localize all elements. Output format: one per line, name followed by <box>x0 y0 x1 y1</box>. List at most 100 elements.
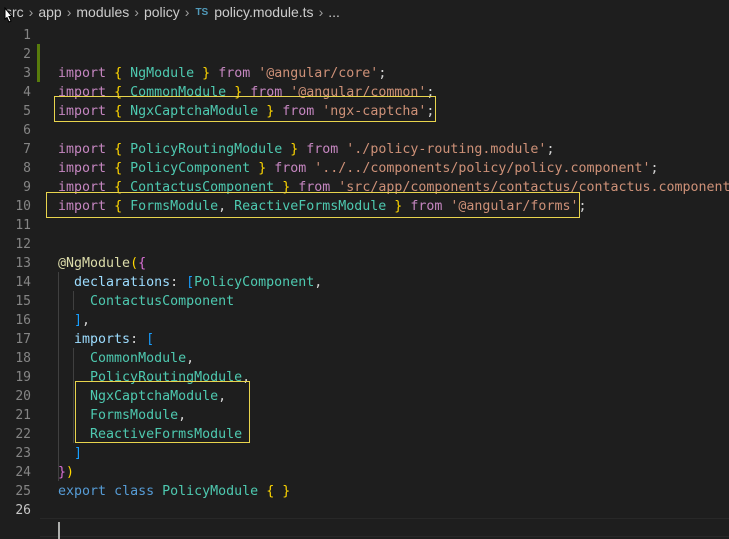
code-line[interactable]: 6 <box>0 121 729 140</box>
code-line[interactable]: 7 import { PolicyRoutingModule } from './… <box>0 140 729 159</box>
highlight-box-imports-list <box>75 381 250 443</box>
code-line[interactable]: 14 declarations: [PolicyComponent, <box>0 273 729 292</box>
highlight-box-ngx-import <box>54 96 436 122</box>
code-token: { <box>138 256 147 271</box>
code-text: import { NgModule } from '@angular/core'… <box>58 64 386 83</box>
line-number: 14 <box>15 275 31 290</box>
code-token: PolicyRoutingModule <box>130 142 283 157</box>
code-token: [ <box>186 275 195 290</box>
code-token: ] <box>74 313 83 328</box>
code-text: imports: [ <box>58 330 154 349</box>
breadcrumb-item-file[interactable]: policy.module.ts <box>213 4 314 20</box>
line-number: 24 <box>15 465 31 480</box>
code-token: PolicyComponent <box>194 275 315 290</box>
code-token: } <box>202 66 211 81</box>
code-token: PolicyComponent <box>130 161 251 176</box>
code-token: @ <box>58 256 67 271</box>
code-token: ) <box>66 465 75 480</box>
mouse-pointer-icon <box>4 7 14 23</box>
chevron-right-icon: › <box>28 4 34 20</box>
breadcrumb-item-modules[interactable]: modules <box>75 4 130 20</box>
breadcrumb-item-app[interactable]: app <box>37 4 62 20</box>
code-line[interactable]: 25 export class PolicyModule { } <box>0 482 729 501</box>
code-line[interactable]: 3 import { NgModule } from '@angular/core… <box>0 64 729 83</box>
line-number: 1 <box>23 28 31 43</box>
line-number: 26 <box>15 503 31 518</box>
code-token: ( <box>130 256 139 271</box>
line-number: 5 <box>23 104 31 119</box>
line-number: 11 <box>15 218 31 233</box>
line-number: 22 <box>15 427 31 442</box>
code-line[interactable]: 23 ] <box>0 444 729 463</box>
code-token: ; <box>546 142 555 157</box>
code-token: '../../components/policy/policy.componen… <box>314 161 651 176</box>
code-line[interactable]: 17 imports: [ <box>0 330 729 349</box>
code-token: PolicyModule <box>162 484 259 499</box>
line-number: 2 <box>23 47 31 62</box>
code-line[interactable]: 2 <box>0 45 729 64</box>
line-number: 10 <box>15 199 31 214</box>
text-caret <box>58 522 60 539</box>
code-token: import <box>58 66 107 81</box>
code-line[interactable]: 16 ], <box>0 311 729 330</box>
code-line[interactable]: 11 <box>0 216 729 235</box>
line-number: 20 <box>15 389 31 404</box>
chevron-right-icon: › <box>66 4 72 20</box>
code-token: class <box>114 484 155 499</box>
breadcrumb-item-symbols[interactable]: ... <box>327 4 341 20</box>
line-number: 9 <box>23 180 31 195</box>
code-line[interactable]: 1 <box>0 26 729 45</box>
chevron-right-icon: › <box>318 4 324 20</box>
code-token: ] <box>74 446 83 461</box>
code-text: import { PolicyRoutingModule } from './p… <box>58 140 554 159</box>
typescript-file-icon: TS <box>195 6 209 18</box>
code-line[interactable]: 15 ContactusComponent <box>0 292 729 311</box>
code-token: '@angular/core' <box>258 66 379 81</box>
code-token: { <box>114 142 123 157</box>
code-token: ; <box>378 66 387 81</box>
breadcrumb: src › app › modules › policy › TS policy… <box>0 0 729 24</box>
line-number: 3 <box>23 66 31 81</box>
code-token: [ <box>146 332 155 347</box>
code-token: NgModule <box>66 256 131 271</box>
current-line-highlight <box>40 518 729 537</box>
code-text: export class PolicyModule { } <box>58 482 290 501</box>
code-token: ContactusComponent <box>90 294 235 309</box>
code-token: : <box>170 275 187 290</box>
code-line[interactable]: 18 CommonModule, <box>0 349 729 368</box>
code-line[interactable]: 13 @NgModule({ <box>0 254 729 273</box>
code-token: CommonModule <box>90 351 187 366</box>
code-token: from <box>218 66 251 81</box>
code-token: ; <box>650 161 659 176</box>
code-token: import <box>58 142 107 157</box>
chevron-right-icon: › <box>134 4 139 20</box>
code-token: from <box>274 161 307 176</box>
code-text: ], <box>58 311 90 330</box>
code-token: export <box>58 484 107 499</box>
line-number: 16 <box>15 313 31 328</box>
code-token: import <box>58 161 107 176</box>
line-number: 17 <box>15 332 31 347</box>
code-line[interactable]: 12 <box>0 235 729 254</box>
chevron-right-icon: › <box>184 4 190 20</box>
code-token: , <box>186 351 195 366</box>
breadcrumb-item-policy[interactable]: policy <box>143 4 181 20</box>
code-token: from <box>306 142 339 157</box>
code-line[interactable]: 26 <box>0 501 729 520</box>
code-line[interactable]: 24}) <box>0 463 729 482</box>
line-number: 13 <box>15 256 31 271</box>
code-line[interactable]: 8 import { PolicyComponent } from '../../… <box>0 159 729 178</box>
